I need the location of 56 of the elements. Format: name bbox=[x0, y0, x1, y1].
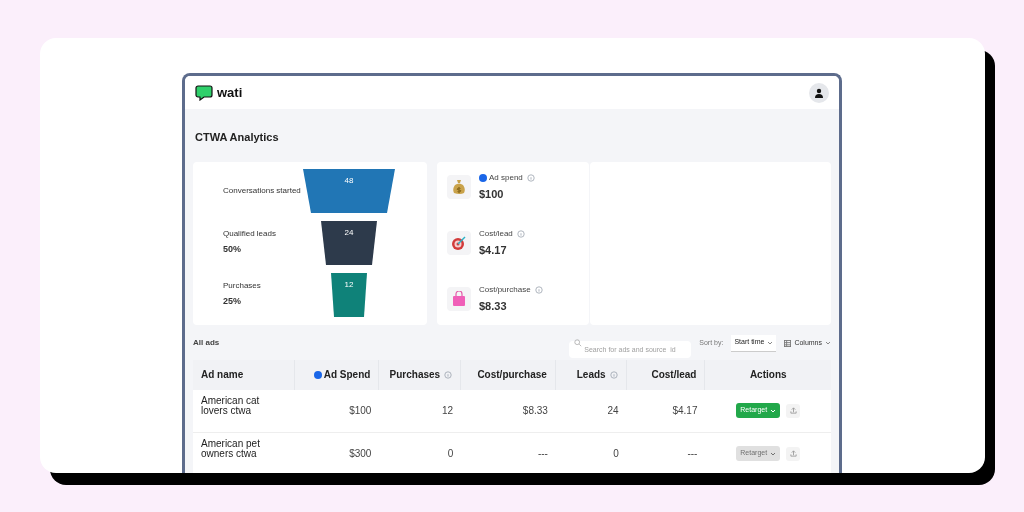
table-cell-text: $4.17 bbox=[671, 404, 699, 418]
funnel-percent: 25% bbox=[223, 294, 242, 308]
table-cell-text: --- bbox=[536, 447, 549, 461]
column-header: Purchases bbox=[389, 368, 441, 382]
column-header: Ad name bbox=[201, 368, 244, 382]
table-cell-text: 0 bbox=[612, 447, 620, 461]
user-icon bbox=[814, 87, 824, 98]
funnel-percent: 50% bbox=[223, 243, 242, 257]
table-cell-text: 0 bbox=[446, 447, 455, 461]
page-title: CTWA Analytics bbox=[195, 130, 280, 145]
export-button[interactable] bbox=[786, 446, 801, 461]
caret-icon bbox=[770, 451, 777, 456]
funnel-value: 24 bbox=[343, 227, 355, 239]
metric-value: $4.17 bbox=[479, 242, 508, 258]
table-cell-text: American cat lovers ctwa bbox=[200, 393, 261, 418]
table-cell-text: 24 bbox=[606, 404, 620, 418]
money-bag-icon bbox=[452, 178, 466, 195]
table-cell-text: $8.33 bbox=[521, 404, 549, 418]
metric-value: $8.33 bbox=[479, 299, 508, 314]
funnel-value: 48 bbox=[343, 175, 355, 188]
caret-icon bbox=[767, 340, 774, 345]
search-icon bbox=[574, 339, 583, 347]
logo-text: wati bbox=[217, 83, 243, 102]
info-icon bbox=[516, 229, 525, 238]
column-header: Cost/lead bbox=[651, 368, 697, 382]
section-title: All ads bbox=[193, 337, 220, 349]
caret-icon bbox=[770, 408, 777, 413]
export-button[interactable] bbox=[786, 403, 801, 418]
info-icon bbox=[444, 370, 453, 379]
chat-bubble-logo-icon bbox=[195, 84, 213, 101]
table-cell-text: American pet owners ctwa bbox=[200, 436, 261, 461]
funnel-label: Purchases bbox=[223, 280, 262, 291]
column-header: Cost/purchase bbox=[477, 368, 547, 382]
metric-label: Cost/purchase bbox=[479, 284, 531, 296]
column-header: Ad Spend bbox=[323, 368, 371, 382]
currency-dot-icon bbox=[313, 370, 322, 379]
caret-icon bbox=[825, 341, 831, 345]
upload-icon bbox=[789, 450, 797, 457]
metric-label: Cost/lead bbox=[479, 227, 513, 240]
upload-icon bbox=[789, 407, 797, 414]
column-header: Actions bbox=[749, 368, 787, 382]
table-cell-text: $300 bbox=[348, 447, 373, 461]
column-header: Leads bbox=[576, 368, 606, 382]
info-icon bbox=[534, 286, 543, 294]
columns-icon bbox=[784, 339, 792, 347]
table-cell-text: 12 bbox=[441, 404, 455, 418]
metric-value: $100 bbox=[479, 186, 505, 202]
funnel-value: 12 bbox=[343, 278, 355, 291]
table-cell-text: $100 bbox=[348, 404, 373, 418]
info-icon bbox=[609, 370, 618, 379]
table-cell-text: --- bbox=[686, 447, 699, 461]
metric-label: Ad spend bbox=[489, 171, 523, 184]
funnel-label: Qualified leads bbox=[223, 229, 277, 240]
avatar-button[interactable] bbox=[809, 82, 829, 103]
funnel-label: Conversations started bbox=[223, 186, 302, 197]
info-icon bbox=[526, 173, 535, 182]
